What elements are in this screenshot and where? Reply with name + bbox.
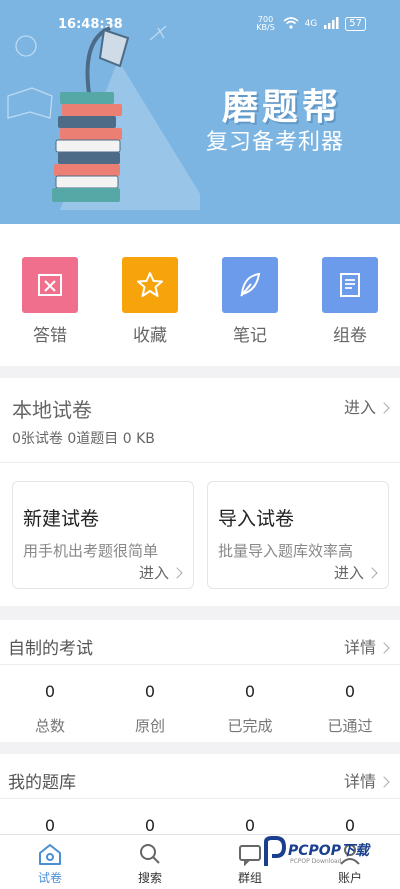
- chevron-right-icon: [171, 567, 183, 579]
- pcpop-logo-icon: [264, 836, 286, 866]
- header-banner: 16:48:38 700 KB/S 4G 57 磨题帮 复习备考利器: [0, 0, 400, 224]
- stat-value: 0: [244, 816, 256, 835]
- stat-value: 0: [344, 816, 356, 835]
- quick-action-notes[interactable]: 笔记: [220, 257, 280, 346]
- network-type: 4G: [304, 19, 318, 29]
- my-exams-details-link[interactable]: 详情: [343, 634, 390, 658]
- app-title: 磨题帮: [221, 87, 342, 128]
- stat-label: 已通过: [327, 717, 373, 735]
- chevron-right-icon: [366, 567, 378, 579]
- stat-label: 已完成: [227, 717, 273, 735]
- enter-label: 进入: [343, 398, 376, 417]
- home-icon: [20, 841, 80, 867]
- stat-value: 0: [44, 816, 56, 835]
- tab-label: 群组: [237, 871, 262, 885]
- section-title: 我的题库: [8, 773, 76, 793]
- details-label: 详情: [343, 638, 376, 657]
- divider: [0, 462, 400, 463]
- quick-action-label: 收藏: [133, 326, 167, 346]
- quick-actions: 答错 收藏 笔记 组卷: [0, 224, 400, 366]
- my-banks-section: 我的题库 详情 0 0 0 0: [0, 754, 400, 835]
- signal-icon: [323, 16, 339, 32]
- chevron-right-icon: [378, 642, 390, 654]
- stat-completed[interactable]: 0 已完成: [210, 682, 290, 736]
- quick-action-label: 组卷: [333, 326, 367, 346]
- search-icon: [120, 841, 180, 867]
- quick-action-label: 答错: [33, 326, 67, 346]
- divider: [0, 664, 400, 665]
- bank-stat[interactable]: 0: [210, 816, 290, 835]
- local-papers-stats: 0张试卷 0道题目 0 KB: [12, 431, 155, 447]
- bank-stat[interactable]: 0: [110, 816, 190, 835]
- card-subtitle: 用手机出考题很简单: [23, 542, 159, 560]
- stat-label: 原创: [134, 717, 165, 735]
- tab-search[interactable]: 搜索: [120, 841, 180, 886]
- network-speed: 700 KB/S: [256, 15, 275, 32]
- stat-label: 总数: [34, 717, 65, 735]
- new-paper-card[interactable]: 新建试卷 用手机出考题很简单 进入: [12, 481, 194, 589]
- stat-value: 0: [44, 682, 56, 701]
- tab-label: 账户: [337, 871, 362, 885]
- stat-passed[interactable]: 0 已通过: [310, 682, 390, 736]
- card-subtitle: 批量导入题库效率高: [218, 542, 354, 560]
- details-label: 详情: [343, 772, 376, 791]
- status-icons: 700 KB/S 4G 57: [255, 16, 366, 32]
- feather-icon: [222, 257, 278, 313]
- card-enter: 进入: [138, 562, 183, 583]
- quick-action-favorites[interactable]: 收藏: [120, 257, 180, 346]
- divider: [0, 798, 400, 799]
- section-title: 自制的考试: [8, 639, 93, 659]
- pcpop-watermark: PCPOP下载 PCPOP Download: [262, 836, 392, 868]
- tab-papers[interactable]: 试卷: [20, 841, 80, 886]
- local-papers-enter-link[interactable]: 进入: [343, 394, 390, 418]
- import-paper-card[interactable]: 导入试卷 批量导入题库效率高 进入: [207, 481, 389, 589]
- my-banks-details-link[interactable]: 详情: [343, 768, 390, 792]
- watermark-subtext: PCPOP Download: [290, 858, 342, 865]
- scroll-icon: [322, 257, 378, 313]
- local-papers-section: 本地试卷 进入 0张试卷 0道题目 0 KB 新建试卷 用手机出考题很简单 进入…: [0, 378, 400, 606]
- books-lamp-illustration: [7, 25, 200, 210]
- battery-indicator: 57: [345, 17, 366, 31]
- stat-total[interactable]: 0 总数: [10, 682, 90, 736]
- section-title: 本地试卷: [12, 398, 92, 422]
- star-icon: [122, 257, 178, 313]
- stat-value: 0: [144, 816, 156, 835]
- tab-label: 搜索: [137, 871, 162, 885]
- bank-stat[interactable]: 0: [310, 816, 390, 835]
- card-title: 导入试卷: [218, 508, 295, 530]
- wrong-answers-icon: [22, 257, 78, 313]
- quick-action-wrong[interactable]: 答错: [20, 257, 80, 346]
- chevron-right-icon: [378, 776, 390, 788]
- stat-value: 0: [244, 682, 256, 701]
- card-enter: 进入: [333, 562, 378, 583]
- quick-action-compose[interactable]: 组卷: [320, 257, 380, 346]
- stat-original[interactable]: 0 原创: [110, 682, 190, 736]
- card-enter-label: 进入: [333, 564, 364, 582]
- app-subtitle: 复习备考利器: [205, 130, 344, 155]
- stat-value: 0: [144, 682, 156, 701]
- watermark-text: PCPOP下载: [288, 843, 369, 859]
- chevron-right-icon: [378, 402, 390, 414]
- quick-action-label: 笔记: [233, 326, 267, 346]
- stat-value: 0: [344, 682, 356, 701]
- bank-stat[interactable]: 0: [10, 816, 90, 835]
- card-enter-label: 进入: [138, 564, 169, 582]
- tab-label: 试卷: [37, 871, 62, 885]
- wifi-icon: [283, 16, 299, 32]
- my-exams-section: 自制的考试 详情 0 总数 0 原创 0 已完成 0 已通过: [0, 620, 400, 742]
- card-title: 新建试卷: [23, 508, 100, 530]
